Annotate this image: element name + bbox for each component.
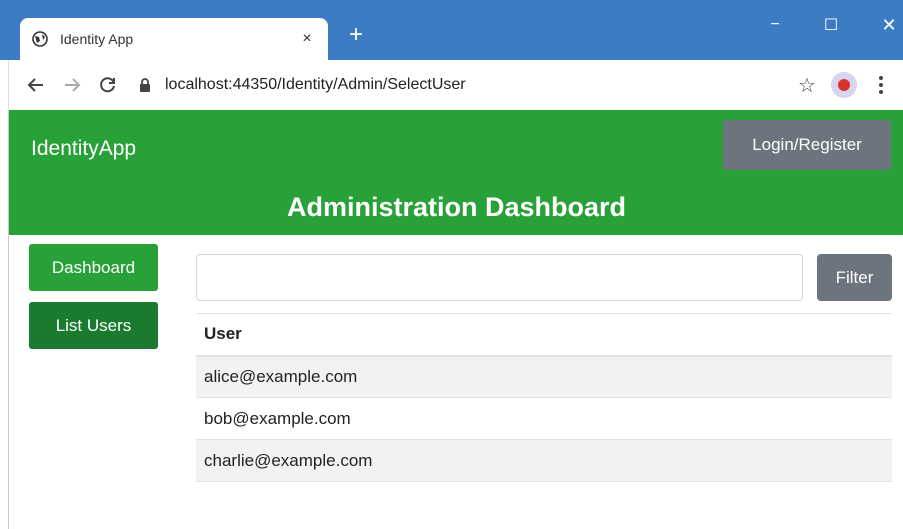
table-header-row: User <box>196 313 892 357</box>
reload-icon[interactable] <box>93 70 123 100</box>
column-header-user: User <box>196 313 892 357</box>
app-header: IdentityApp Login/Register Administratio… <box>9 110 903 235</box>
table-row: charlie@example.com <box>196 439 892 482</box>
url-field[interactable]: localhost:44350/Identity/Admin/SelectUse… <box>165 76 793 94</box>
new-tab-button[interactable]: + <box>344 23 368 48</box>
browser-titlebar: Identity App × + − ☐ ✕ <box>0 0 903 60</box>
close-tab-icon[interactable]: × <box>298 30 316 48</box>
table-row: alice@example.com <box>196 355 892 398</box>
filter-input[interactable] <box>196 254 803 301</box>
sidebar-item-dashboard[interactable]: Dashboard <box>29 244 158 291</box>
tab-title: Identity App <box>60 31 134 47</box>
sidebar-item-list-users[interactable]: List Users <box>29 302 158 349</box>
maximize-button[interactable]: ☐ <box>816 10 846 40</box>
browser-tab[interactable]: Identity App × <box>20 18 328 60</box>
page-title: Administration Dashboard <box>286 192 627 222</box>
globe-icon <box>32 31 48 47</box>
login-register-button[interactable]: Login/Register <box>723 120 891 170</box>
profile-avatar[interactable] <box>831 72 857 98</box>
user-email-cell: bob@example.com <box>196 397 892 440</box>
avatar-icon <box>838 79 850 91</box>
close-window-button[interactable]: ✕ <box>874 10 903 40</box>
page-content: IdentityApp Login/Register Administratio… <box>8 110 903 529</box>
browser-menu-icon[interactable] <box>871 71 891 99</box>
forward-arrow-icon[interactable] <box>57 70 87 100</box>
lock-icon[interactable] <box>139 77 153 93</box>
brand-link[interactable]: IdentityApp <box>31 137 136 161</box>
table-row: bob@example.com <box>196 397 892 440</box>
filter-button[interactable]: Filter <box>817 254 892 301</box>
user-email-cell: alice@example.com <box>196 355 892 398</box>
bookmark-star-icon[interactable]: ☆ <box>793 71 821 99</box>
user-email-cell: charlie@example.com <box>196 439 892 482</box>
minimize-button[interactable]: − <box>760 10 790 40</box>
address-bar: localhost:44350/Identity/Admin/SelectUse… <box>8 60 903 110</box>
users-table: User alice@example.com bob@example.com c… <box>196 313 892 482</box>
back-arrow-icon[interactable] <box>21 70 51 100</box>
